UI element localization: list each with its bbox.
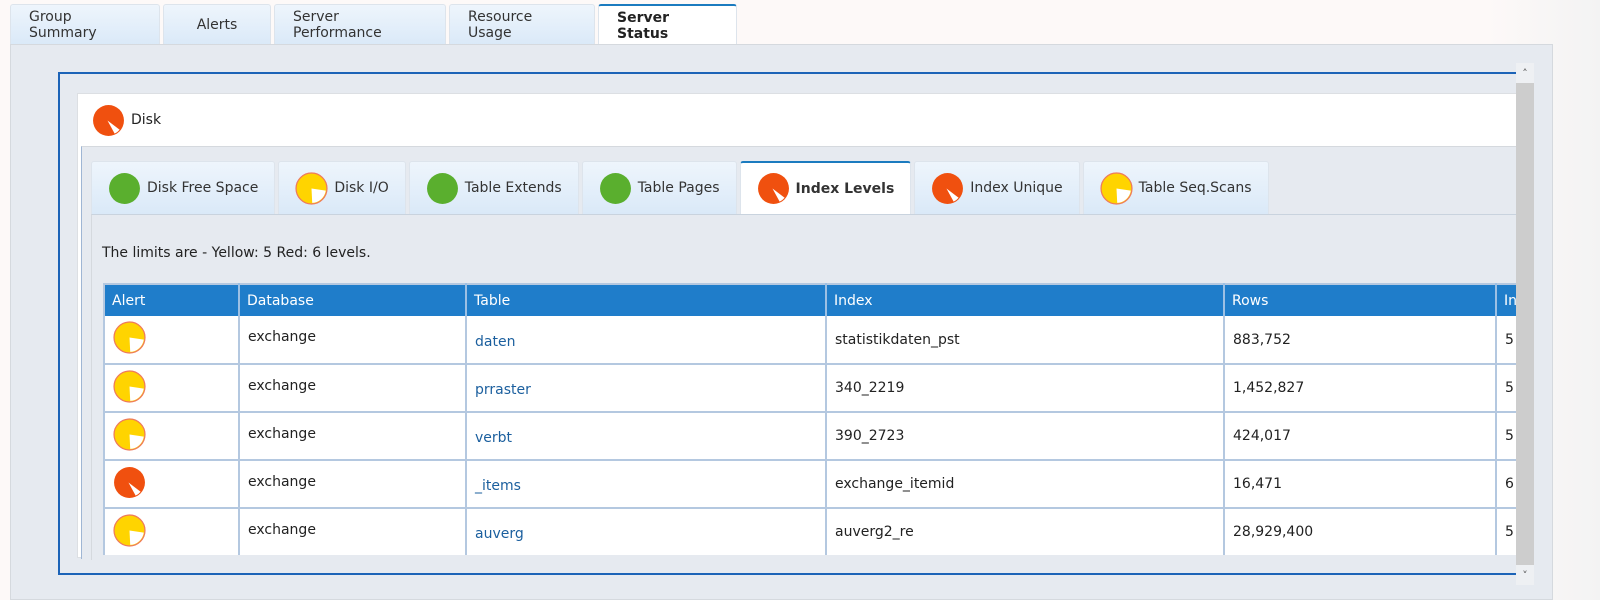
- table-row: exchange auverg auverg2_re 28,929,400 5: [104, 508, 1519, 555]
- tab-table-seq-scans[interactable]: Table Seq.Scans: [1082, 161, 1269, 214]
- database-cell: exchange: [239, 316, 467, 365]
- chevron-down-icon: ˅: [1522, 568, 1528, 582]
- tab-disk-io[interactable]: Disk I/O: [278, 161, 406, 214]
- disk-sub-tabs: Disk Free Space Disk I/O Table Extends T…: [91, 161, 1269, 214]
- database-cell: exchange: [239, 412, 467, 461]
- table-cell: daten: [466, 316, 827, 365]
- green-status-icon: [599, 172, 632, 205]
- alert-cell: [104, 364, 240, 413]
- index-cell: statistikdaten_pst: [826, 316, 1225, 365]
- tab-server-status[interactable]: Server Status: [598, 4, 737, 46]
- index-cell: 390_2723: [826, 412, 1225, 461]
- scroll-up-button[interactable]: ˄: [1516, 63, 1534, 83]
- index-levels-table: Alert Database Table Index Rows In excha…: [103, 283, 1519, 555]
- table-row: exchange daten statistikdaten_pst 883,75…: [104, 316, 1519, 365]
- table-row: exchange _items exchange_itemid 16,471 6: [104, 460, 1519, 509]
- disk-title: Disk: [131, 112, 162, 128]
- tab-table-extends[interactable]: Table Extends: [408, 161, 579, 214]
- index-cell: 340_2219: [826, 364, 1225, 413]
- disk-panel: Disk Disk Free Space Disk I/O Table Exte…: [77, 93, 1519, 560]
- alert-cell: [104, 412, 240, 461]
- yellow-alert-pie-icon: [113, 513, 146, 547]
- alert-cell: [104, 460, 240, 509]
- tab-index-levels[interactable]: Index Levels: [739, 161, 912, 214]
- tab-label: Index Levels: [795, 180, 895, 197]
- green-status-icon: [426, 172, 459, 205]
- table-link[interactable]: daten: [475, 334, 515, 350]
- tab-label: Table Extends: [464, 180, 562, 196]
- column-header-alert[interactable]: Alert: [104, 284, 240, 316]
- index-levels-content: The limits are - Yellow: 5 Red: 6 levels…: [91, 214, 1519, 560]
- rows-cell: 883,752: [1224, 316, 1497, 365]
- index-cell: auverg2_re: [826, 508, 1225, 555]
- top-tab-bar: Group Summary Alerts Server Performance …: [10, 4, 737, 46]
- table-cell: auverg: [466, 508, 827, 555]
- rows-cell: 424,017: [1224, 412, 1497, 461]
- tab-label: Table Pages: [637, 180, 720, 196]
- yellow-alert-pie-icon: [113, 321, 146, 354]
- red-alert-pie-icon: [92, 104, 125, 137]
- red-alert-pie-icon: [113, 466, 146, 499]
- table-row: exchange verbt 390_2723 424,017 5: [104, 412, 1519, 461]
- table-link[interactable]: verbt: [475, 430, 512, 446]
- tab-resource-usage[interactable]: Resource Usage: [449, 4, 595, 45]
- index-cell: exchange_itemid: [826, 460, 1225, 509]
- disk-inner-panel: Disk Free Space Disk I/O Table Extends T…: [81, 146, 1519, 560]
- vertical-scrollbar[interactable]: ˄ ˅: [1516, 63, 1534, 585]
- column-header-index[interactable]: Index: [826, 284, 1225, 316]
- yellow-alert-pie-icon: [295, 171, 328, 205]
- red-alert-pie-icon: [757, 172, 790, 205]
- table-link[interactable]: prraster: [475, 382, 531, 398]
- table-link[interactable]: auverg: [475, 526, 524, 542]
- alert-cell: [104, 508, 240, 555]
- rows-cell: 1,452,827: [1224, 364, 1497, 413]
- rows-cell: 16,471: [1224, 460, 1497, 509]
- disk-header: Disk: [92, 104, 161, 136]
- tab-group-summary[interactable]: Group Summary: [10, 4, 160, 45]
- column-header-table[interactable]: Table: [466, 284, 827, 316]
- database-cell: exchange: [239, 364, 467, 413]
- green-status-icon: [108, 172, 141, 205]
- column-header-rows[interactable]: Rows: [1224, 284, 1497, 316]
- tab-label: Disk I/O: [334, 180, 389, 196]
- tab-index-unique[interactable]: Index Unique: [914, 161, 1080, 214]
- yellow-alert-pie-icon: [113, 369, 146, 403]
- tab-label: Index Unique: [970, 180, 1063, 196]
- database-cell: exchange: [239, 508, 467, 555]
- table-cell: verbt: [466, 412, 827, 461]
- table-row: exchange prraster 340_2219 1,452,827 5: [104, 364, 1519, 413]
- rows-cell: 28,929,400: [1224, 508, 1497, 555]
- chevron-up-icon: ˄: [1522, 66, 1528, 80]
- table-link[interactable]: _items: [475, 478, 521, 494]
- index-levels-table-wrap: Alert Database Table Index Rows In excha…: [103, 283, 1519, 555]
- limits-text: The limits are - Yellow: 5 Red: 6 levels…: [102, 245, 371, 261]
- tab-alerts[interactable]: Alerts: [163, 4, 271, 45]
- tab-label: Table Seq.Scans: [1138, 180, 1252, 196]
- scroll-thumb[interactable]: [1516, 83, 1534, 565]
- tab-disk-free-space[interactable]: Disk Free Space: [91, 161, 276, 214]
- yellow-alert-pie-icon: [113, 417, 146, 451]
- tab-label: Disk Free Space: [147, 180, 259, 196]
- table-cell: prraster: [466, 364, 827, 413]
- red-alert-pie-icon: [931, 172, 964, 205]
- scroll-down-button[interactable]: ˅: [1516, 565, 1534, 585]
- yellow-alert-pie-icon: [1100, 171, 1133, 205]
- column-header-database[interactable]: Database: [239, 284, 467, 316]
- tab-server-performance[interactable]: Server Performance: [274, 4, 446, 45]
- alert-cell: [104, 316, 240, 365]
- table-header-row: Alert Database Table Index Rows In: [104, 284, 1519, 316]
- database-cell: exchange: [239, 460, 467, 509]
- tab-table-pages[interactable]: Table Pages: [581, 161, 737, 214]
- table-cell: _items: [466, 460, 827, 509]
